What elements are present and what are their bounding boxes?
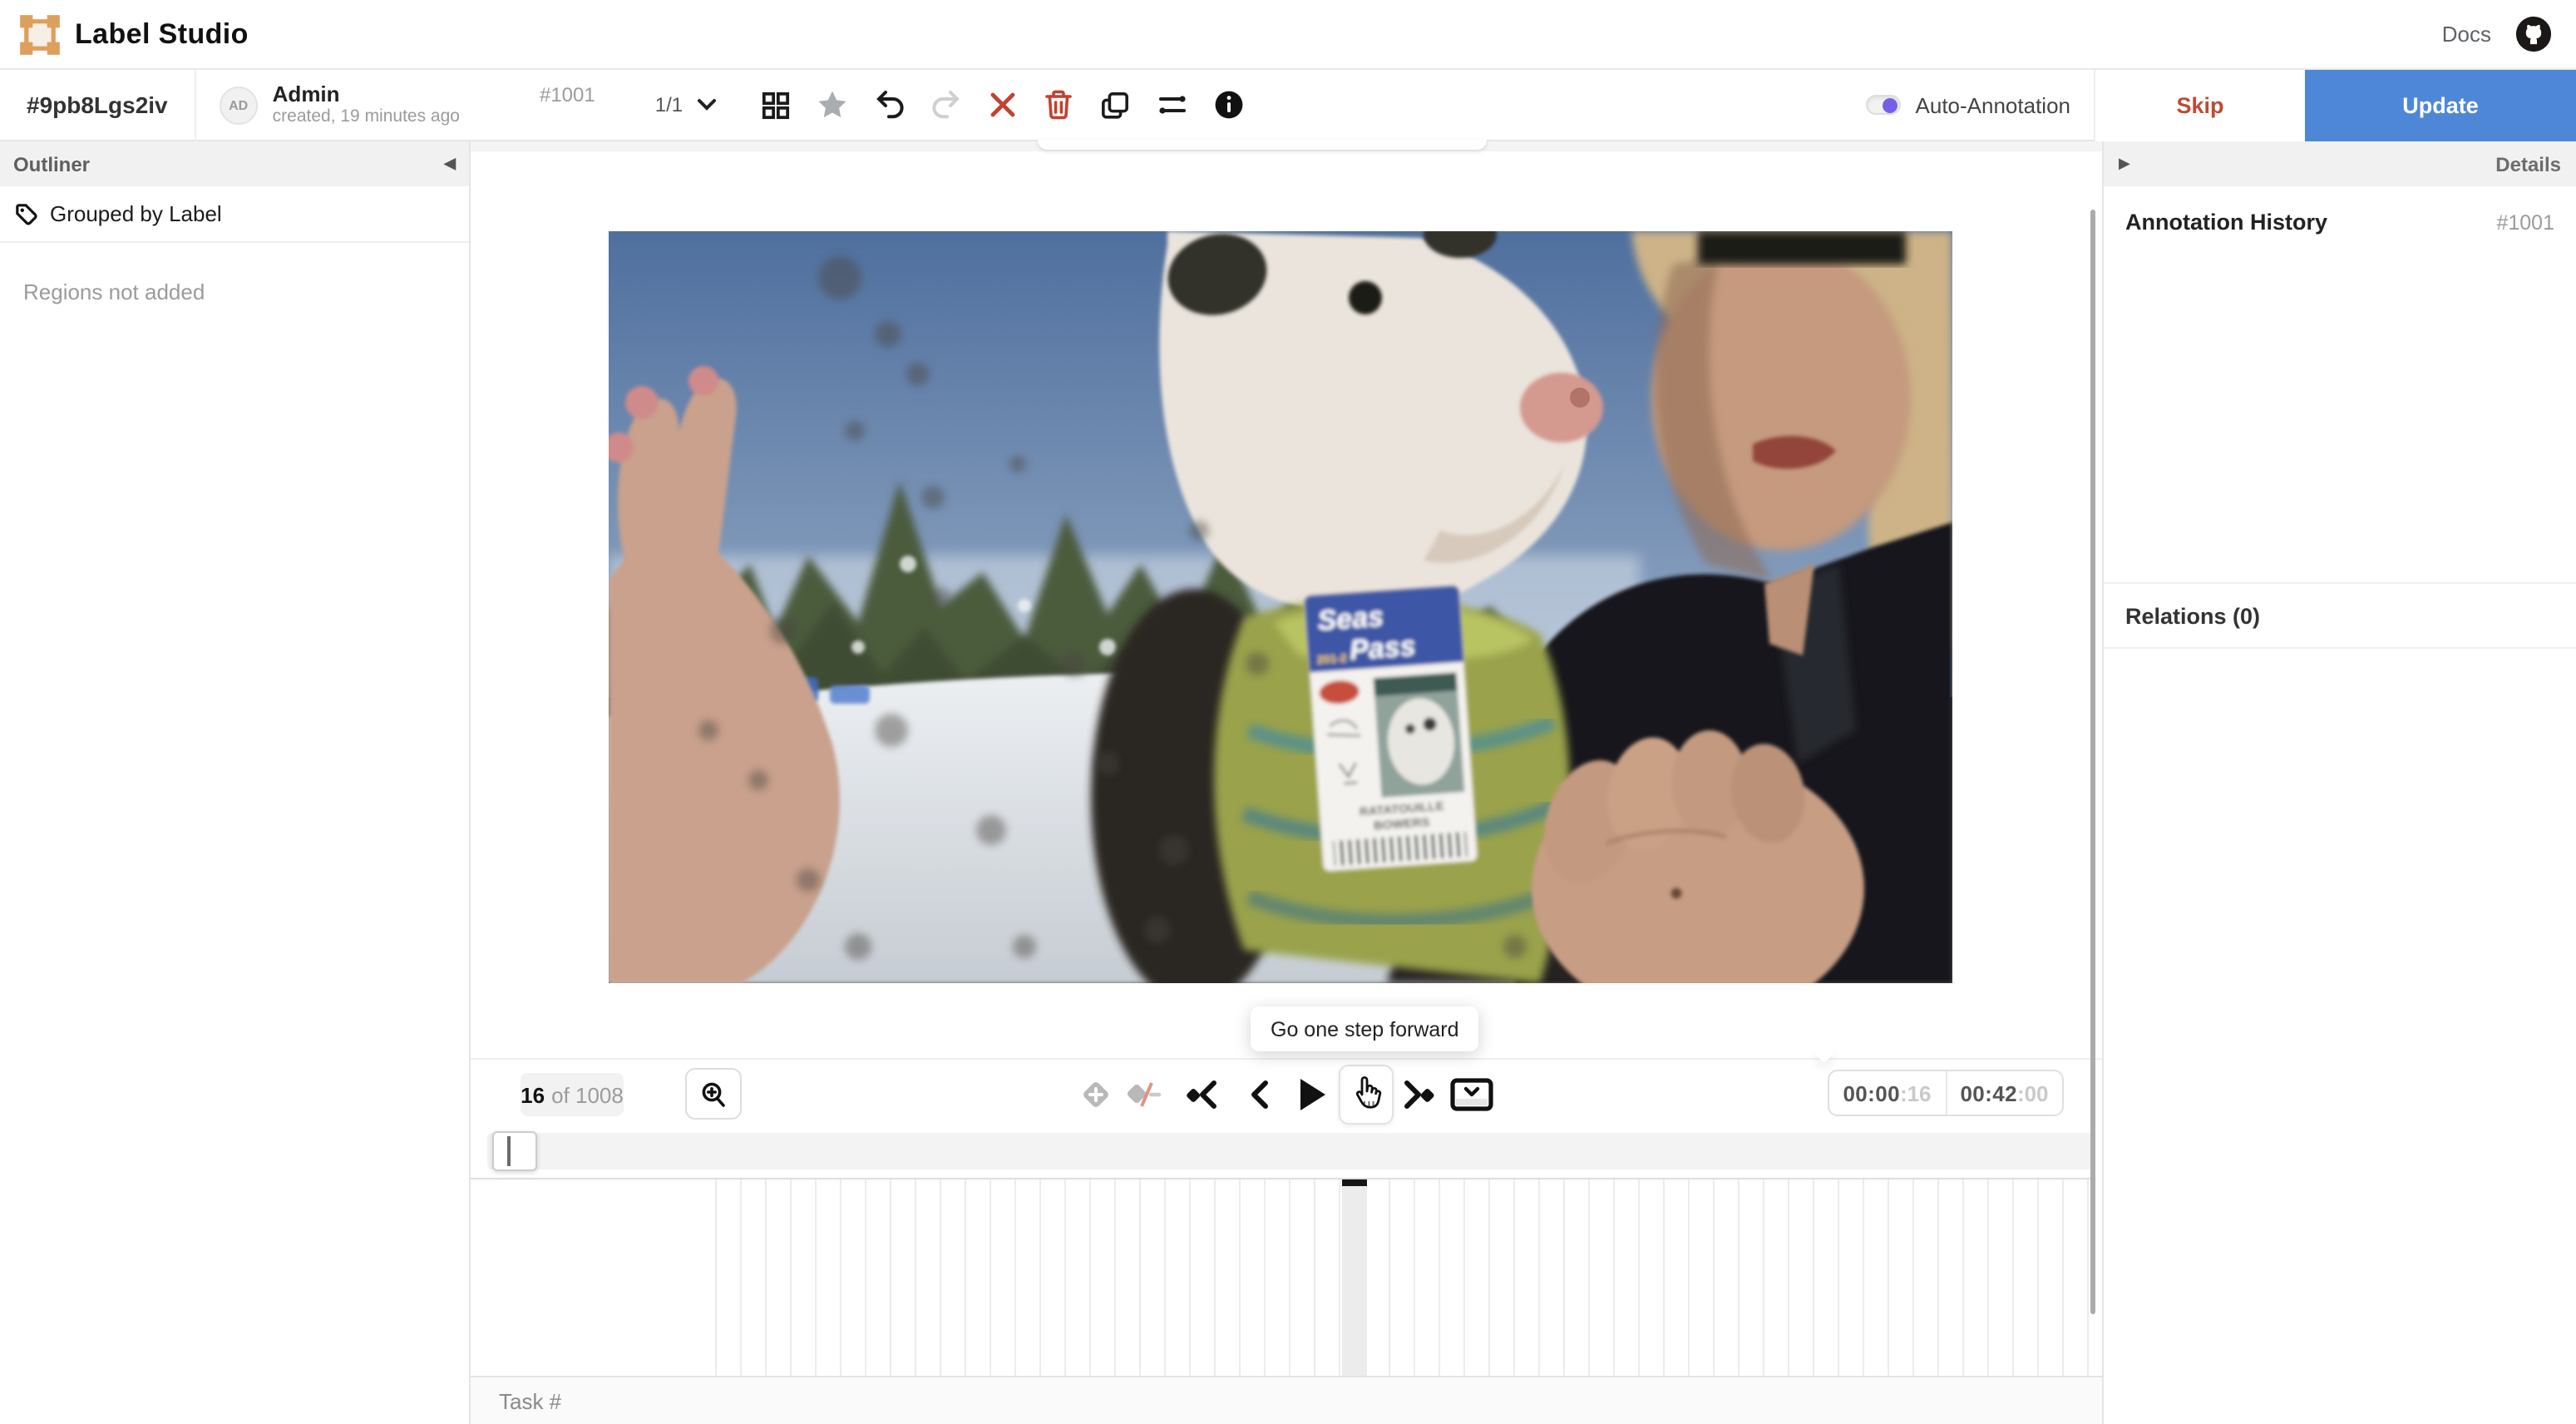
svg-text:Seas: Seas xyxy=(1316,601,1384,636)
relations-title: Relations (0) xyxy=(2125,603,2260,628)
created-meta: created, 19 minutes ago xyxy=(273,108,460,127)
time-length: 00:42:00 xyxy=(1945,1071,2062,1115)
skip-button[interactable]: Skip xyxy=(2094,69,2305,141)
hand-cursor-icon xyxy=(1348,1075,1384,1115)
app-title: Label Studio xyxy=(75,17,249,51)
top-bar: Label Studio Docs xyxy=(0,0,2576,70)
outliner-title: Outliner xyxy=(13,152,90,176)
outliner-header: Outliner ◀ xyxy=(0,141,469,186)
auto-annotation-label: Auto-Annotation xyxy=(1916,92,2070,117)
collapse-left-icon[interactable]: ◀ xyxy=(444,155,456,173)
svg-text:201-2: 201-2 xyxy=(1316,650,1347,665)
details-title: Details xyxy=(2495,152,2561,176)
svg-text:Pass: Pass xyxy=(1349,630,1417,666)
view-all-button[interactable] xyxy=(759,88,792,121)
github-icon[interactable] xyxy=(2514,15,2553,53)
ground-truth-star-button[interactable] xyxy=(816,88,849,121)
regions-empty-note: Regions not added xyxy=(0,243,469,341)
annotation-author: AD Admin created, 19 minutes ago xyxy=(220,82,460,127)
group-by-label-button[interactable]: Grouped by Label xyxy=(0,186,469,243)
details-panel: ▶ Details Annotation History #1001 Relat… xyxy=(2102,141,2576,1424)
divider xyxy=(195,69,196,141)
docs-link[interactable]: Docs xyxy=(2442,22,2491,47)
zoom-button[interactable] xyxy=(685,1068,742,1120)
label-studio-app: Label Studio Docs #9pb8Lgs2iv AD Admin c… xyxy=(0,0,2576,1424)
minimap-thumb[interactable] xyxy=(492,1131,537,1171)
details-header: ▶ Details xyxy=(2104,141,2576,186)
keypoint-remove-button[interactable] xyxy=(1123,1071,1169,1118)
next-keypoint-button[interactable] xyxy=(1395,1071,1442,1118)
update-button[interactable]: Update xyxy=(2305,69,2576,141)
avatar: AD xyxy=(220,86,258,124)
frame-gridlines xyxy=(715,1179,2094,1377)
chevron-down-icon xyxy=(696,98,716,111)
step-backward-button[interactable] xyxy=(1236,1071,1282,1118)
tooltip: Go one step forward xyxy=(1251,1006,1479,1051)
relations-section[interactable]: Relations (0) xyxy=(2104,582,2576,649)
minimap-playhead xyxy=(507,1136,511,1166)
tag-icon xyxy=(15,202,38,225)
play-button[interactable] xyxy=(1289,1071,1335,1118)
reject-button[interactable] xyxy=(985,88,1019,121)
annotation-id: #1001 xyxy=(540,83,595,106)
toggle-knob xyxy=(1883,98,1897,113)
user-name: Admin xyxy=(273,82,460,106)
frame-counter-input[interactable]: 16 of 1008 xyxy=(521,1073,624,1116)
step-forward-button[interactable] xyxy=(1339,1065,1394,1125)
duplicate-button[interactable] xyxy=(1098,88,1132,121)
task-label: Task # xyxy=(499,1388,561,1413)
annotation-history-title: Annotation History xyxy=(2125,210,2327,235)
main-workspace: Seas Pass 201-2 RATATOUILLE BOWERS xyxy=(471,141,2102,1424)
tooltip-text: Go one step forward xyxy=(1271,1017,1459,1041)
auto-annotation-toggle[interactable] xyxy=(1866,95,1901,115)
video-canvas[interactable]: Seas Pass 201-2 RATATOUILLE BOWERS xyxy=(609,231,1952,983)
task-footer: Task # xyxy=(471,1376,2102,1424)
frame-total: of 1008 xyxy=(551,1082,624,1107)
frame-current: 16 xyxy=(521,1082,545,1107)
label-studio-logo-icon xyxy=(18,12,62,56)
settings-sliders-button[interactable] xyxy=(1155,88,1188,121)
undo-button[interactable] xyxy=(872,88,906,121)
workspace-top-strip xyxy=(471,141,2102,151)
timeline-frames-grid[interactable] xyxy=(471,1178,2094,1376)
annotation-actions xyxy=(759,88,1245,121)
time-display: 00:00:16 00:42:00 xyxy=(1828,1070,2064,1116)
collapse-right-icon[interactable]: ▶ xyxy=(2119,155,2130,173)
playhead-cap xyxy=(1342,1179,1367,1186)
time-position: 00:00:16 xyxy=(1829,1071,1945,1115)
annotation-history-id: #1001 xyxy=(2496,210,2554,234)
task-id: #9pb8Lgs2iv xyxy=(0,91,195,118)
group-by-label-text: Grouped by Label xyxy=(50,201,222,226)
previous-keypoint-button[interactable] xyxy=(1179,1071,1226,1118)
frames-view-toggle-button[interactable] xyxy=(1448,1071,1495,1118)
info-button[interactable] xyxy=(1212,88,1245,121)
annotation-toolbar: #9pb8Lgs2iv AD Admin created, 19 minutes… xyxy=(0,70,2576,141)
outliner-panel: Outliner ◀ Grouped by Label Regions not … xyxy=(0,141,471,1424)
playhead-column[interactable] xyxy=(1342,1179,1367,1377)
floating-toolbar-edge xyxy=(1038,140,1487,150)
annotation-pager[interactable]: 1/1 xyxy=(655,93,716,116)
annotation-history-section[interactable]: Annotation History #1001 xyxy=(2104,186,2576,251)
vertical-scrollbar[interactable] xyxy=(2090,210,2095,1314)
timeline-minimap[interactable] xyxy=(487,1133,2094,1169)
player-controls: 16 of 1008 xyxy=(471,1060,2102,1133)
delete-button[interactable] xyxy=(1042,88,1075,121)
redo-button[interactable] xyxy=(929,88,962,121)
pager-value: 1/1 xyxy=(655,93,683,116)
keypoint-add-button[interactable] xyxy=(1073,1071,1119,1118)
